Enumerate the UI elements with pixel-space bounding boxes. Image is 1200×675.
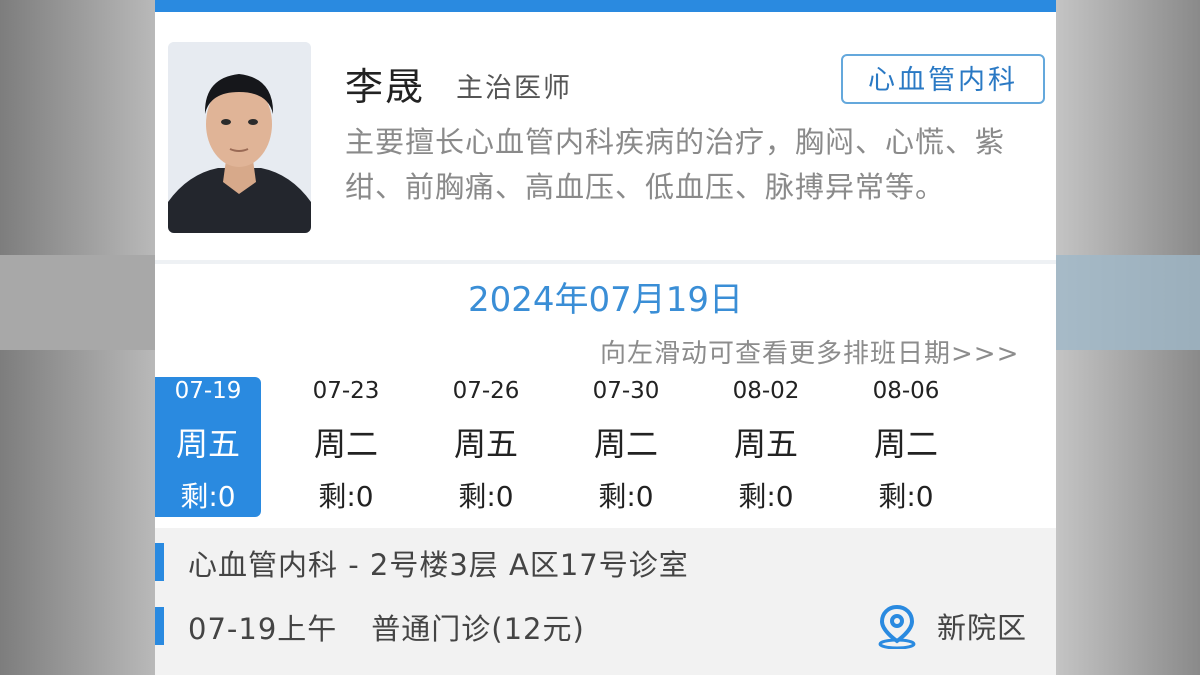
swipe-hint: 向左滑动可查看更多排班日期>>> xyxy=(600,339,1020,369)
clinic-info-panel: 心血管内科 - 2号楼3层 A区17号诊室 07-19上午 普通门诊(12元) 新… xyxy=(155,528,1056,675)
schedule-day[interactable]: 07-23 周二 剩:0 xyxy=(293,377,399,517)
schedule-day[interactable]: 07-26 周五 剩:0 xyxy=(433,377,539,517)
day-weekday: 周五 xyxy=(733,425,798,463)
day-date: 07-23 xyxy=(312,378,380,404)
day-weekday: 周二 xyxy=(593,425,658,463)
day-weekday: 周二 xyxy=(313,425,378,463)
campus-selector[interactable]: 新院区 xyxy=(875,603,1027,649)
doctor-name: 李晟 xyxy=(345,65,426,109)
schedule-day[interactable]: 08-02 周五 剩:0 xyxy=(713,377,819,517)
top-bar xyxy=(155,0,1056,12)
doctor-description: 主要擅长心血管内科疾病的治疗，胸闷、心慌、紫绀、前胸痛、高血压、低血压、脉搏异常… xyxy=(345,125,1006,204)
day-remaining: 剩:0 xyxy=(598,480,654,513)
schedule-date-strip[interactable]: 07-19 周五 剩:0 07-23 周二 剩:0 07-26 周五 剩:0 0… xyxy=(155,377,1056,517)
day-weekday: 周五 xyxy=(175,425,240,463)
day-weekday: 周二 xyxy=(873,425,938,463)
clinic-session-line: 07-19上午 普通门诊(12元) xyxy=(188,606,585,648)
department-tag[interactable]: 心血管内科 xyxy=(841,54,1045,104)
background-right-blur xyxy=(1056,0,1200,675)
day-date: 08-06 xyxy=(872,378,940,404)
doctor-title: 主治医师 xyxy=(456,73,572,104)
section-divider xyxy=(155,260,1056,264)
day-remaining: 剩:0 xyxy=(878,480,934,513)
day-date: 07-19 xyxy=(174,378,242,404)
day-date: 07-30 xyxy=(592,378,660,404)
background-left-blur xyxy=(0,0,155,675)
day-date: 07-26 xyxy=(452,378,520,404)
doctor-profile-card: 李晟 主治医师 心血管内科 主要擅长心血管内科疾病的治疗，胸闷、心慌、紫绀、前胸… xyxy=(155,12,1056,260)
selected-date: 2024年07月19日 xyxy=(467,280,744,320)
app-screen: 李晟 主治医师 心血管内科 主要擅长心血管内科疾病的治疗，胸闷、心慌、紫绀、前胸… xyxy=(155,0,1056,675)
day-remaining: 剩:0 xyxy=(318,480,374,513)
visit-type: 普通门诊(12元) xyxy=(371,612,585,646)
accent-bar xyxy=(155,543,164,581)
day-weekday: 周五 xyxy=(453,425,518,463)
day-remaining: 剩:0 xyxy=(458,480,514,513)
location-pin-icon xyxy=(878,604,916,649)
schedule-day[interactable]: 08-06 周二 剩:0 xyxy=(853,377,959,517)
session-time: 07-19上午 xyxy=(188,612,338,646)
accent-bar xyxy=(155,607,164,645)
day-remaining: 剩:0 xyxy=(180,480,236,513)
doctor-photo xyxy=(168,42,311,233)
clinic-location: 心血管内科 - 2号楼3层 A区17号诊室 xyxy=(188,548,689,582)
schedule-day[interactable]: 07-30 周二 剩:0 xyxy=(573,377,679,517)
schedule-day[interactable]: 07-19 周五 剩:0 xyxy=(155,377,261,517)
day-remaining: 剩:0 xyxy=(738,480,794,513)
campus-label: 新院区 xyxy=(937,611,1028,645)
day-date: 08-02 xyxy=(732,378,800,404)
